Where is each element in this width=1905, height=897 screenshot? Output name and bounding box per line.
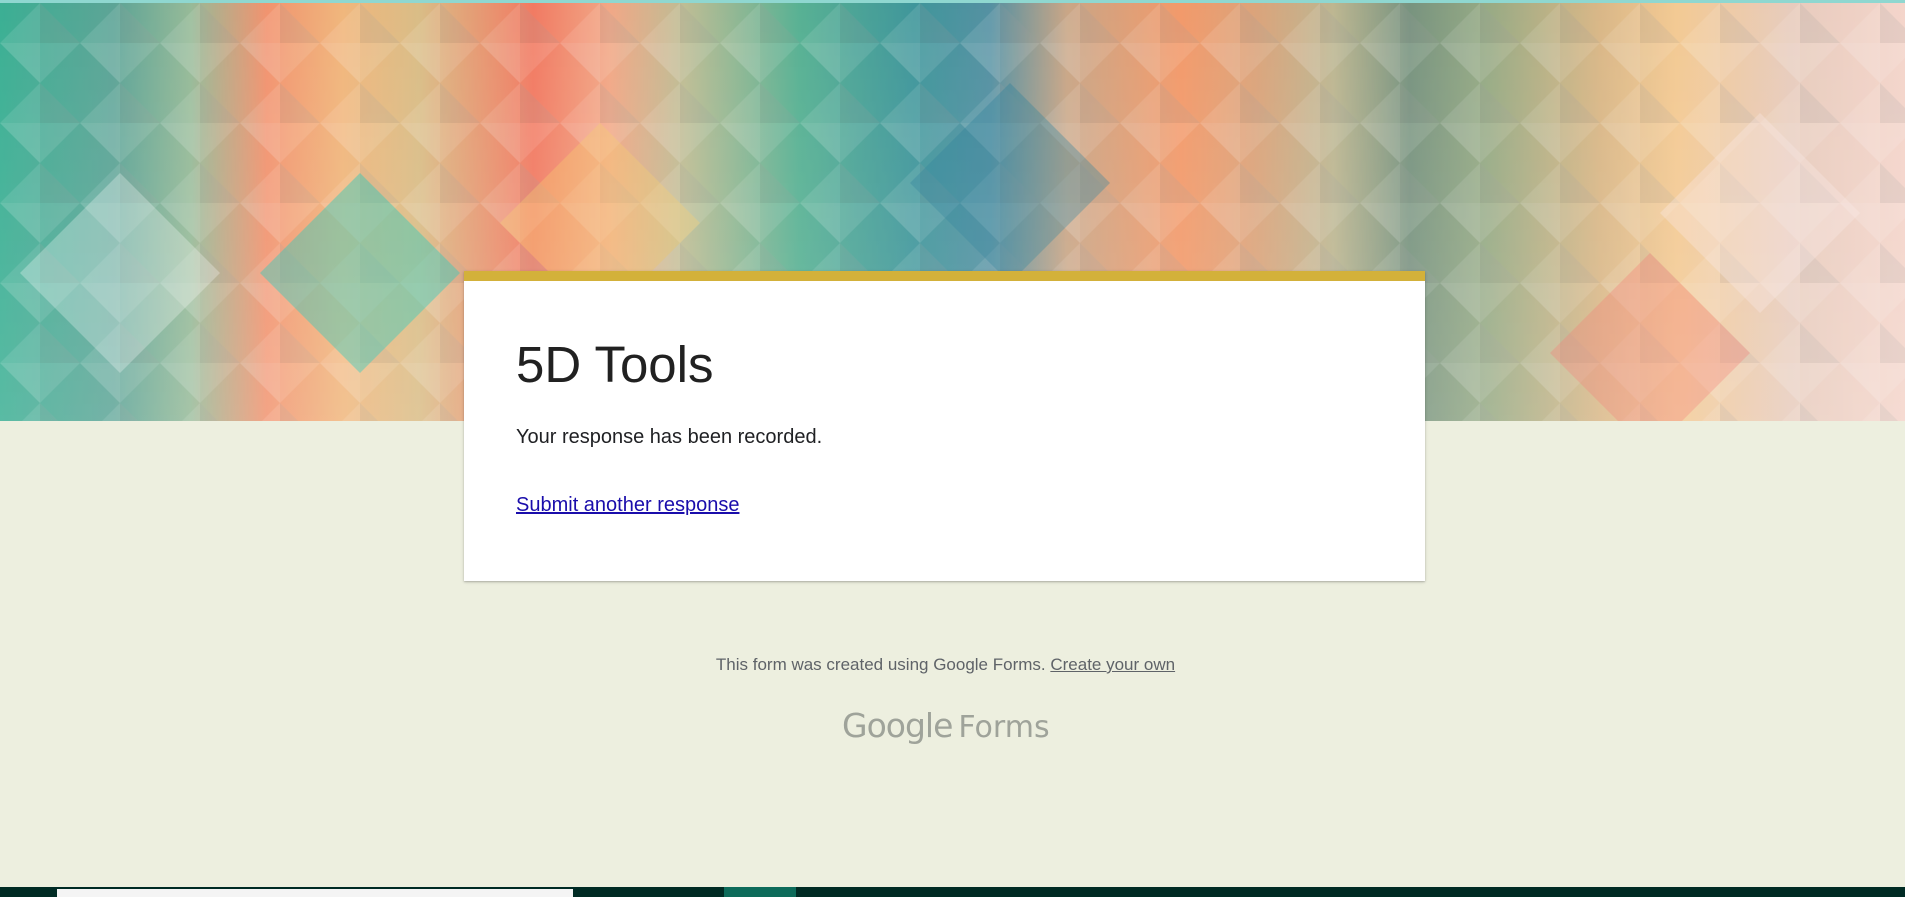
taskbar-active-app[interactable] <box>724 887 796 897</box>
google-forms-logo[interactable]: Google Forms <box>842 706 1050 750</box>
confirmation-message: Your response has been recorded. <box>516 426 823 448</box>
footer-created-notice: This form was created using Google Forms… <box>0 655 1891 675</box>
create-your-own-link[interactable]: Create your own <box>1050 655 1175 674</box>
footer-created-text: This form was created using Google Forms… <box>715 655 1046 674</box>
forms-logo-text: Forms <box>958 710 1050 745</box>
system-taskbar <box>0 887 1905 897</box>
google-logo-text: Google <box>842 706 953 745</box>
taskbar-search-box[interactable] <box>57 889 573 897</box>
form-confirmation-card: 5D Tools Your response has been recorded… <box>464 271 1425 581</box>
submit-another-response-link[interactable]: Submit another response <box>516 494 739 517</box>
card-accent-bar <box>464 271 1425 281</box>
form-title: 5D Tools <box>516 336 714 393</box>
top-accent-bar <box>0 0 1905 3</box>
